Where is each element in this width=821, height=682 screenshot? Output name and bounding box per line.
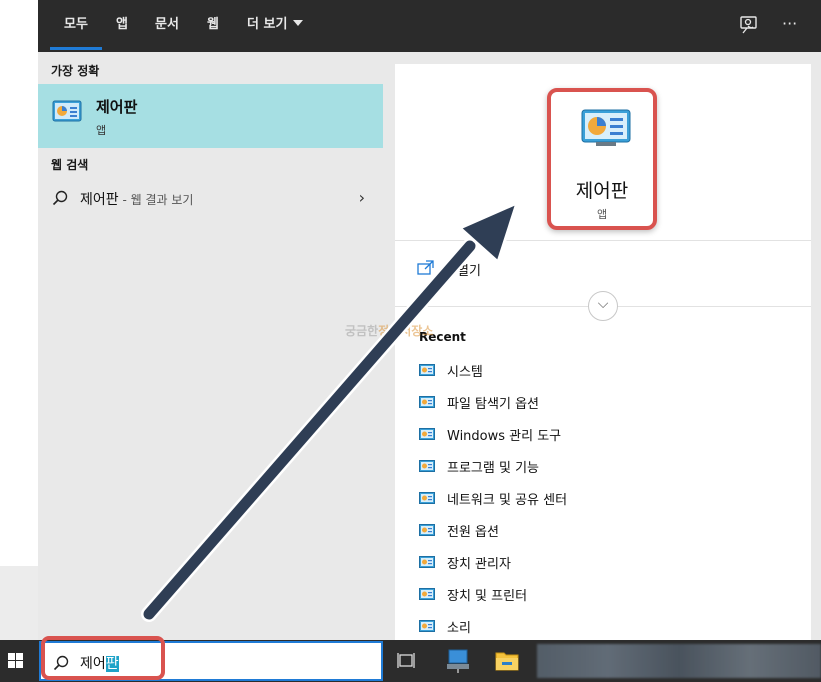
best-match-result[interactable]: 제어판 앱 <box>38 84 383 148</box>
chevron-right-icon[interactable]: › <box>359 188 365 207</box>
watermark-line2: 정보저장소 <box>378 324 434 338</box>
control-panel-icon <box>419 522 435 536</box>
taskbar-blurred-area <box>537 644 821 678</box>
web-search-query: 제어판 - 웹 결과 보기 <box>80 189 193 209</box>
tab-web[interactable]: 웹 <box>207 0 219 52</box>
recent-item-label: 전원 옵션 <box>447 525 499 540</box>
tab-more-label: 더 보기 <box>247 17 288 32</box>
search-icon <box>52 190 68 206</box>
tab-all[interactable]: 모두 <box>50 0 102 52</box>
divider <box>395 240 811 241</box>
caret-down-icon <box>293 20 304 26</box>
tab-apps[interactable]: 앱 <box>116 0 128 52</box>
results-pane: 가장 정확 제어판 앱 웹 검색 제어판 - 웹 결과 보기 › <box>38 52 383 640</box>
control-panel-icon <box>419 458 435 472</box>
open-icon <box>417 260 435 276</box>
web-query-text: 제어판 <box>80 192 119 208</box>
best-match-name: 제어판 <box>96 98 138 116</box>
web-search-result[interactable]: 제어판 - 웹 결과 보기 › <box>38 182 383 216</box>
control-panel-icon <box>419 490 435 504</box>
recent-item-label: 파일 탐색기 옵션 <box>447 397 539 412</box>
search-box-highlight <box>41 636 165 680</box>
preview-card: 제어판 앱 열기 ⌵ Recent 시스템 파일 탐색기 옵션 Windows 관리… <box>395 64 811 640</box>
recent-item-label: 네트워크 및 공유 센터 <box>447 493 568 508</box>
web-query-suffix: - 웹 결과 보기 <box>118 193 194 207</box>
expand-button[interactable]: ⌵ <box>588 291 618 321</box>
recent-item[interactable]: 파일 탐색기 옵션 <box>419 393 799 425</box>
control-panel-icon <box>419 426 435 440</box>
task-view-icon[interactable] <box>384 640 430 682</box>
recent-item-label: 장치 및 프린터 <box>447 589 528 604</box>
open-label: 열기 <box>457 264 481 279</box>
recent-item[interactable]: 네트워크 및 공유 센터 <box>419 489 799 521</box>
control-panel-icon <box>419 554 435 568</box>
watermark: 궁금한정보저장소 <box>345 322 433 339</box>
recent-item[interactable]: 시스템 <box>419 361 799 393</box>
windows-start-icon[interactable] <box>0 640 38 682</box>
control-panel-icon <box>419 394 435 408</box>
tab-more[interactable]: 더 보기 <box>247 0 304 52</box>
control-panel-icon <box>419 362 435 376</box>
best-match-type: 앱 <box>96 124 107 137</box>
tab-documents[interactable]: 문서 <box>155 0 179 52</box>
preview-pane: 제어판 앱 열기 ⌵ Recent 시스템 파일 탐색기 옵션 Windows 관리… <box>383 52 821 640</box>
recent-item-label: 시스템 <box>447 365 483 380</box>
desktop-background-lower <box>0 566 38 640</box>
chevron-down-icon: ⌵ <box>597 296 609 312</box>
search-filter-bar: 모두 앱 문서 웹 더 보기 ··· <box>38 0 821 52</box>
recent-item-label: 소리 <box>447 621 471 636</box>
recent-item-label: Windows 관리 도구 <box>447 429 562 444</box>
recent-item[interactable]: 전원 옵션 <box>419 521 799 553</box>
control-panel-icon <box>419 586 435 600</box>
app-preview-name: 제어판 <box>575 180 629 202</box>
file-explorer-icon[interactable] <box>484 640 530 682</box>
recent-item[interactable]: Windows 관리 도구 <box>419 425 799 457</box>
desktop-background <box>0 0 38 566</box>
app-preview-type: 앱 <box>596 208 608 221</box>
app-preview-highlight[interactable]: 제어판 앱 <box>547 88 657 230</box>
recent-item-label: 장치 관리자 <box>447 557 511 572</box>
web-search-heading: 웹 검색 <box>51 158 89 172</box>
control-panel-icon <box>419 618 435 632</box>
recent-item-label: 프로그램 및 기능 <box>447 461 539 476</box>
watermark-line1: 궁금한 <box>345 324 379 338</box>
recent-item[interactable]: 장치 및 프린터 <box>419 585 799 617</box>
recent-item[interactable]: 장치 관리자 <box>419 553 799 585</box>
more-options-icon[interactable]: ··· <box>782 14 804 36</box>
network-drive-icon[interactable] <box>436 640 482 682</box>
control-panel-icon <box>52 99 82 125</box>
best-match-heading: 가장 정확 <box>51 64 100 78</box>
recent-list: 시스템파일 탐색기 옵션 Windows 관리 도구프로그램 및 기능네트워크 및… <box>419 361 799 649</box>
control-panel-large-icon <box>581 108 631 148</box>
feedback-icon[interactable] <box>738 14 760 36</box>
recent-item[interactable]: 프로그램 및 기능 <box>419 457 799 489</box>
